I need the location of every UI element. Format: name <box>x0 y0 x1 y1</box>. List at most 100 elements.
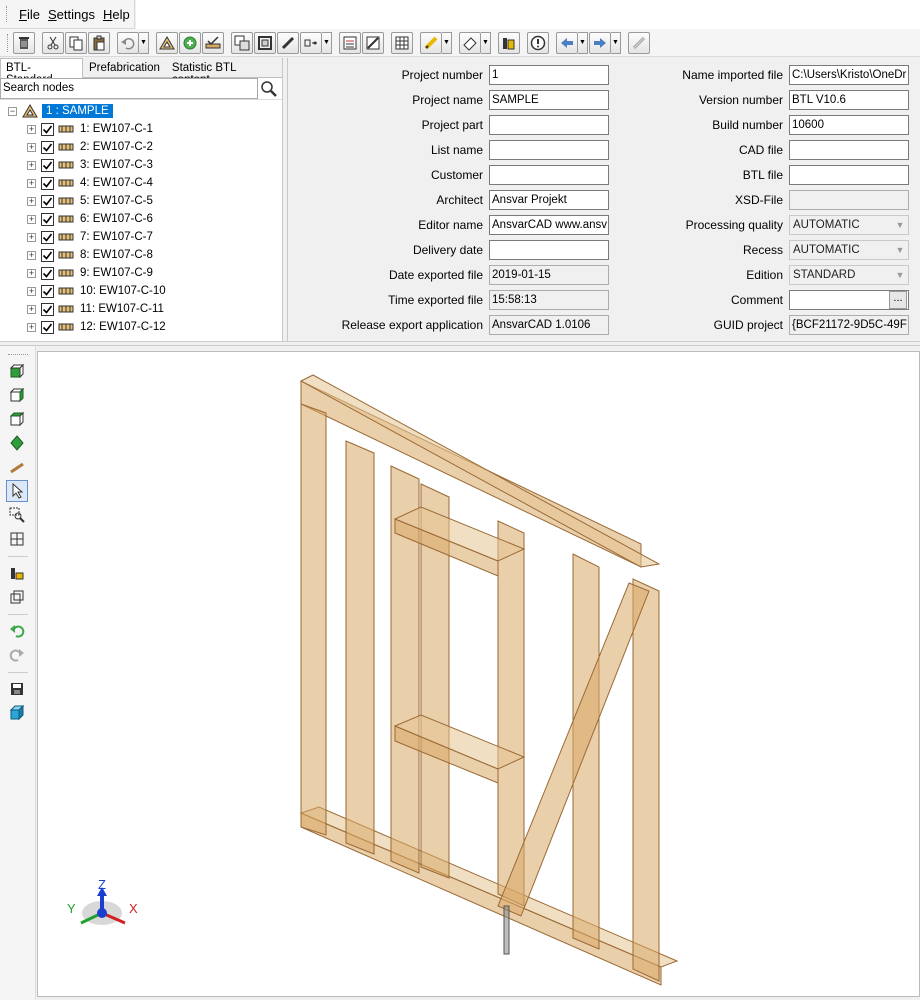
tree-node[interactable]: +4: EW107-C-4 <box>0 174 282 192</box>
measure-tool-button[interactable] <box>6 562 28 584</box>
check-button[interactable] <box>202 31 224 54</box>
menu-file[interactable]: File <box>15 7 44 22</box>
menu-help[interactable]: Help <box>99 7 134 22</box>
property-field[interactable]: Ansvar Projekt <box>489 190 609 210</box>
split-dropdown[interactable]: ▼ <box>322 31 332 54</box>
3d-viewport[interactable]: Z Y X <box>37 351 920 997</box>
property-select[interactable]: STANDARD ▼ <box>789 265 909 285</box>
erase-dropdown[interactable]: ▼ <box>481 31 491 54</box>
node-checkbox[interactable] <box>41 320 54 334</box>
node-checkbox[interactable] <box>41 284 54 298</box>
node-checkbox[interactable] <box>41 230 54 244</box>
property-field[interactable] <box>789 140 909 160</box>
property-field[interactable]: {BCF21172-9D5C-49F <box>789 315 909 335</box>
node-checkbox[interactable] <box>41 212 54 226</box>
view-undo-button[interactable] <box>6 620 28 642</box>
expand-toggle[interactable]: + <box>27 250 36 260</box>
forward-button[interactable] <box>589 31 611 54</box>
tree-node[interactable]: +10: EW107-C-10 <box>0 282 282 300</box>
split-button[interactable] <box>300 31 322 54</box>
tree-node[interactable]: +11: EW107-C-11 <box>0 300 282 318</box>
edit-report-button[interactable] <box>362 31 384 54</box>
zoom-window-button[interactable] <box>6 504 28 526</box>
cut-plane-button[interactable] <box>6 456 28 478</box>
forward-dropdown[interactable]: ▼ <box>611 31 621 54</box>
node-checkbox[interactable] <box>41 248 54 262</box>
property-field[interactable]: 10600 <box>789 115 909 135</box>
property-field[interactable]: C:\Users\Kristo\OneDr <box>789 65 909 85</box>
copy-button[interactable] <box>65 31 87 54</box>
property-field[interactable]: AnsvarCAD 1.0106 <box>489 315 609 335</box>
node-checkbox[interactable] <box>41 194 54 208</box>
property-field[interactable] <box>489 115 609 135</box>
property-field[interactable]: 1 <box>489 65 609 85</box>
property-field[interactable] <box>489 240 609 260</box>
expand-toggle[interactable]: + <box>27 124 36 134</box>
expand-toggle[interactable]: + <box>27 160 36 170</box>
property-field[interactable]: AnsvarCAD www.ansv <box>489 215 609 235</box>
tree-node[interactable]: +7: EW107-C-7 <box>0 228 282 246</box>
view-side-button[interactable] <box>6 384 28 406</box>
view-top-button[interactable] <box>6 408 28 430</box>
tree-node[interactable]: +9: EW107-C-9 <box>0 264 282 282</box>
tree-node[interactable]: +3: EW107-C-3 <box>0 156 282 174</box>
expand-toggle[interactable]: + <box>27 196 36 206</box>
frame-button[interactable] <box>254 31 276 54</box>
expand-toggle[interactable]: + <box>27 178 36 188</box>
report-button[interactable] <box>339 31 361 54</box>
property-field[interactable]: SAMPLE <box>489 90 609 110</box>
property-field[interactable]: 15:58:13 <box>489 290 609 310</box>
node-checkbox[interactable] <box>41 158 54 172</box>
zoom-extents-button[interactable] <box>6 528 28 550</box>
warning-button[interactable] <box>527 31 549 54</box>
pencil-button[interactable] <box>277 31 299 54</box>
tree-node[interactable]: +6: EW107-C-6 <box>0 210 282 228</box>
node-checkbox[interactable] <box>41 122 54 136</box>
link-button[interactable] <box>628 31 650 54</box>
view-redo-button[interactable] <box>6 644 28 666</box>
highlight-button[interactable] <box>420 31 442 54</box>
property-field[interactable] <box>489 140 609 160</box>
back-dropdown[interactable]: ▼ <box>578 31 588 54</box>
view-front-button[interactable] <box>6 360 28 382</box>
paste-button[interactable] <box>88 31 110 54</box>
tree-node[interactable]: +12: EW107-C-12 <box>0 318 282 336</box>
property-select[interactable]: AUTOMATIC ▼ <box>789 215 909 235</box>
expand-toggle[interactable]: + <box>27 268 36 278</box>
table-button[interactable] <box>391 31 413 54</box>
group-button[interactable] <box>231 31 253 54</box>
highlight-dropdown[interactable]: ▼ <box>442 31 452 54</box>
horizontal-splitter[interactable] <box>0 341 920 346</box>
project-button[interactable] <box>156 31 178 54</box>
node-checkbox[interactable] <box>41 140 54 154</box>
tree-node[interactable]: +1: EW107-C-1 <box>0 120 282 138</box>
expand-toggle[interactable]: + <box>27 286 36 296</box>
expand-toggle[interactable]: + <box>27 232 36 242</box>
menu-settings[interactable]: Settings <box>44 7 99 22</box>
tab-statistic-btl-content[interactable]: Statistic BTL content <box>166 58 282 86</box>
undo-dropdown[interactable]: ▼ <box>139 31 149 54</box>
property-field[interactable]: BTL V10.6 <box>789 90 909 110</box>
select-tool-button[interactable] <box>6 480 28 502</box>
expand-toggle[interactable]: + <box>27 304 36 314</box>
expand-toggle[interactable]: + <box>27 322 36 332</box>
tab-prefabrication[interactable]: Prefabrication <box>83 58 166 77</box>
tree-node[interactable]: +5: EW107-C-5 <box>0 192 282 210</box>
save-view-button[interactable] <box>6 678 28 700</box>
erase-button[interactable] <box>459 31 481 54</box>
tree-node[interactable]: +2: EW107-C-2 <box>0 138 282 156</box>
search-button[interactable] <box>258 78 280 99</box>
view-3d-button[interactable] <box>6 702 28 724</box>
measure-button[interactable] <box>498 31 520 54</box>
back-button[interactable] <box>556 31 578 54</box>
search-input[interactable]: Search nodes <box>0 78 258 99</box>
view-iso-button[interactable] <box>6 432 28 454</box>
expand-toggle[interactable]: + <box>27 214 36 224</box>
expand-toggle[interactable]: + <box>27 142 36 152</box>
node-checkbox[interactable] <box>41 176 54 190</box>
property-select[interactable]: AUTOMATIC ▼ <box>789 240 909 260</box>
node-checkbox[interactable] <box>41 302 54 316</box>
add-button[interactable] <box>179 31 201 54</box>
undo-button[interactable] <box>117 31 139 54</box>
delete-button[interactable] <box>13 31 35 54</box>
